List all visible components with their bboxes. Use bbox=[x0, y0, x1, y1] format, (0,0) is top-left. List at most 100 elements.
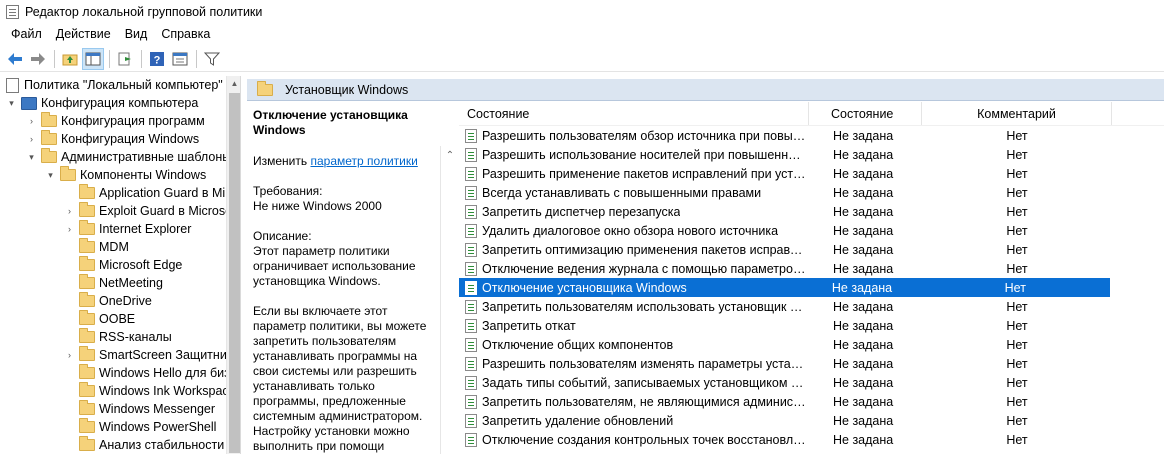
tree-expander bbox=[64, 386, 75, 397]
menu-file[interactable]: Файл bbox=[4, 27, 49, 41]
chevron-down-icon[interactable]: ▾ bbox=[26, 152, 37, 163]
tree-expander bbox=[64, 296, 75, 307]
tree-item-label: NetMeeting bbox=[99, 276, 163, 290]
menu-action[interactable]: Действие bbox=[49, 27, 118, 41]
column-header-name[interactable]: Состояние bbox=[459, 102, 809, 125]
tree-item[interactable]: MDM bbox=[0, 238, 240, 256]
toolbar: ? bbox=[0, 46, 1164, 72]
tree-item[interactable]: NetMeeting bbox=[0, 274, 240, 292]
tree-item-admin-templates[interactable]: ▾ Административные шаблоны bbox=[0, 148, 240, 166]
chevron-down-icon[interactable]: ▾ bbox=[45, 170, 56, 181]
description-scrollbar[interactable]: ⌃ bbox=[440, 146, 458, 454]
scrollbar-thumb[interactable] bbox=[229, 93, 240, 453]
tree-item[interactable]: › Exploit Guard в Microso bbox=[0, 202, 240, 220]
policy-name: Запретить оптимизацию применения пакетов… bbox=[482, 242, 809, 257]
policy-name: Отключение общих компонентов bbox=[482, 337, 674, 352]
policy-name-cell: Задать типы событий, записываемых устано… bbox=[459, 375, 809, 390]
tree-item[interactable]: RSS-каналы bbox=[0, 328, 240, 346]
toolbar-separator bbox=[54, 49, 55, 68]
tree-item[interactable]: Windows PowerShell bbox=[0, 418, 240, 436]
menu-view[interactable]: Вид bbox=[118, 27, 155, 41]
tree-scrollbar[interactable]: ▲ bbox=[226, 76, 240, 454]
requirements-block: Требования: Не ниже Windows 2000 bbox=[253, 184, 453, 214]
tree-item-label: Windows PowerShell bbox=[99, 420, 217, 434]
folder-icon bbox=[79, 238, 95, 253]
tree-item[interactable]: OOBE bbox=[0, 310, 240, 328]
chevron-right-icon[interactable]: › bbox=[26, 116, 37, 127]
table-row[interactable]: Разрешить пользователям изменять парамет… bbox=[459, 354, 1164, 373]
tree-item-software-config[interactable]: › Конфигурация программ bbox=[0, 112, 240, 130]
policy-state: Не задана bbox=[833, 432, 894, 447]
window-title: Редактор локальной групповой политики bbox=[25, 5, 263, 19]
tree-item[interactable]: Анализ стабильности bbox=[0, 436, 240, 454]
chevron-right-icon[interactable]: › bbox=[64, 224, 75, 235]
menu-help[interactable]: Справка bbox=[154, 27, 217, 41]
policy-comment: Нет bbox=[1006, 204, 1028, 219]
scroll-up-icon[interactable]: ▲ bbox=[227, 76, 240, 91]
policy-comment: Нет bbox=[1006, 166, 1028, 181]
tree-item[interactable]: › SmartScreen Защитни bbox=[0, 346, 240, 364]
tree-item[interactable]: Windows Ink Workspac bbox=[0, 382, 240, 400]
folder-icon bbox=[79, 328, 95, 343]
table-row[interactable]: Запретить диспетчер перезапуска Не задана… bbox=[459, 202, 1164, 221]
folder-icon bbox=[41, 112, 57, 127]
policy-state: Не задана bbox=[833, 261, 894, 276]
tree-item[interactable]: Application Guard в Mi bbox=[0, 184, 240, 202]
chevron-right-icon[interactable]: › bbox=[64, 206, 75, 217]
table-row[interactable]: Запретить пользователям, не являющимися … bbox=[459, 392, 1164, 411]
tree-expander bbox=[64, 332, 75, 343]
policy-setting-icon bbox=[465, 375, 477, 390]
chevron-down-icon[interactable]: ▾ bbox=[6, 98, 17, 109]
policy-name-cell: Отключение установщика Windows bbox=[459, 280, 808, 295]
column-header-comment[interactable]: Комментарий bbox=[922, 102, 1112, 125]
table-row[interactable]: Задать типы событий, записываемых устано… bbox=[459, 373, 1164, 392]
tree-item[interactable]: Microsoft Edge bbox=[0, 256, 240, 274]
policy-comment: Нет bbox=[1006, 318, 1028, 333]
help-icon: ? bbox=[150, 51, 164, 66]
table-row[interactable]: Отключение создания контрольных точек во… bbox=[459, 430, 1164, 449]
policy-state: Не задана bbox=[833, 147, 894, 162]
toolbar-separator bbox=[109, 49, 110, 68]
export-list-button[interactable] bbox=[114, 48, 136, 70]
tree-pane: Политика "Локальный компьютер" ▾ Конфигу… bbox=[0, 76, 241, 454]
tree-item-windows-config[interactable]: › Конфигурация Windows bbox=[0, 130, 240, 148]
table-row[interactable]: Отключение установщика Windows Не задана Н… bbox=[459, 278, 1110, 297]
chevron-right-icon[interactable]: › bbox=[64, 350, 75, 361]
tree-item[interactable]: › Internet Explorer bbox=[0, 220, 240, 238]
policy-comment: Нет bbox=[1006, 413, 1028, 428]
policy-comment: Нет bbox=[1006, 223, 1028, 238]
properties-button[interactable] bbox=[169, 48, 191, 70]
help-button[interactable]: ? bbox=[146, 48, 168, 70]
table-row[interactable]: Запретить пользователям использовать уст… bbox=[459, 297, 1164, 316]
table-row[interactable]: Всегда устанавливать с повышенными права… bbox=[459, 183, 1164, 202]
description-title: Отключение установщика Windows bbox=[253, 108, 408, 137]
forward-button[interactable] bbox=[27, 48, 49, 70]
table-row[interactable]: Разрешить применение пакетов исправлений… bbox=[459, 164, 1164, 183]
tree-item[interactable]: OneDrive bbox=[0, 292, 240, 310]
policy-setting-icon bbox=[465, 299, 477, 314]
table-row[interactable]: Разрешить пользователям обзор источника … bbox=[459, 126, 1164, 145]
table-row[interactable]: Отключение ведения журнала с помощью пар… bbox=[459, 259, 1164, 278]
table-row[interactable]: Запретить удаление обновлений Не задана Не… bbox=[459, 411, 1164, 430]
tree-item-windows-components[interactable]: ▾ Компоненты Windows bbox=[0, 166, 240, 184]
tree-item[interactable]: Windows Messenger bbox=[0, 400, 240, 418]
tree-item-computer-config[interactable]: ▾ Конфигурация компьютера bbox=[0, 94, 240, 112]
table-row[interactable]: Отключение общих компонентов Не задана Нет bbox=[459, 335, 1164, 354]
table-row[interactable]: Запретить оптимизацию применения пакетов… bbox=[459, 240, 1164, 259]
table-row[interactable]: Удалить диалоговое окно обзора нового ис… bbox=[459, 221, 1164, 240]
policy-name: Разрешить пользователям обзор источника … bbox=[482, 128, 809, 143]
chevron-right-icon[interactable]: › bbox=[26, 134, 37, 145]
tree-item[interactable]: Windows Hello для биз bbox=[0, 364, 240, 382]
tree-item-root[interactable]: Политика "Локальный компьютер" bbox=[0, 76, 240, 94]
show-hide-tree-button[interactable] bbox=[82, 47, 104, 70]
scroll-up-icon[interactable]: ⌃ bbox=[441, 146, 459, 164]
policy-state: Не задана bbox=[833, 299, 894, 314]
up-button[interactable] bbox=[59, 48, 81, 70]
table-row[interactable]: Запретить откат Не задана Нет bbox=[459, 316, 1164, 335]
table-row[interactable]: Разрешить использование носителей при по… bbox=[459, 145, 1164, 164]
column-header-state[interactable]: Состояние bbox=[809, 102, 922, 125]
policy-name: Отключение ведения журнала с помощью пар… bbox=[482, 261, 809, 276]
filter-button[interactable] bbox=[201, 48, 223, 70]
back-button[interactable] bbox=[4, 48, 26, 70]
edit-policy-link[interactable]: параметр политики bbox=[310, 154, 417, 168]
